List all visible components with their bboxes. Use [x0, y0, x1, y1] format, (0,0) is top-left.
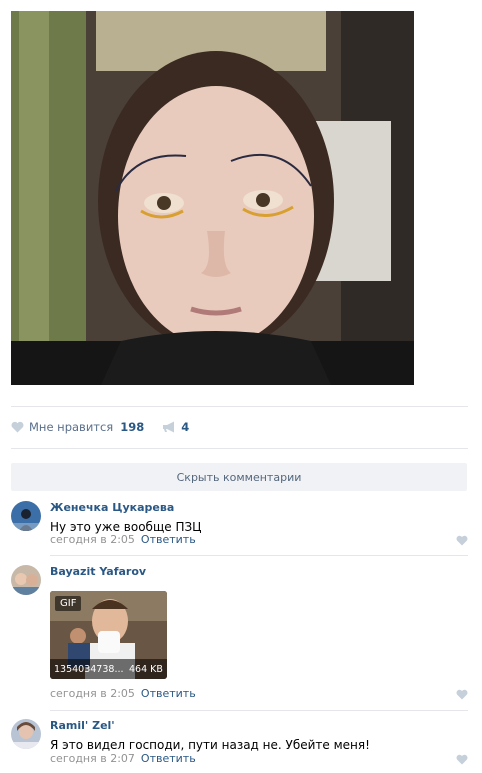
divider-top — [11, 406, 468, 407]
comment-meta: сегодня в 2:07 Ответить — [50, 752, 196, 765]
comment-author[interactable]: Женечка Цукарева — [50, 501, 468, 514]
comment-item: Женечка Цукарева Ну это уже вообще ПЗЦ с… — [11, 501, 468, 546]
comment-author[interactable]: Ramil' Zel' — [50, 719, 468, 732]
comment-text: Ну это уже вообще ПЗЦ — [50, 520, 202, 534]
like-count: 198 — [120, 420, 145, 434]
comment-body: Женечка Цукарева Ну это уже вообще ПЗЦ с… — [50, 501, 468, 546]
avatar[interactable] — [11, 719, 41, 749]
comment-item: Ramil' Zel' Я это видел господи, пути на… — [11, 719, 468, 769]
gif-attachment[interactable]: GIF 1354034738... 464 KB — [50, 591, 167, 679]
heart-icon[interactable] — [456, 754, 468, 765]
comment-body: Bayazit Yafarov GIF 1354034738... 464 KB… — [50, 565, 468, 700]
comment-text: Я это видел господи, пути назад не. Убей… — [50, 738, 370, 752]
comment-time[interactable]: сегодня в 2:05 — [50, 687, 135, 700]
reply-link[interactable]: Ответить — [141, 752, 196, 765]
megaphone-icon — [163, 421, 175, 433]
avatar[interactable] — [11, 501, 41, 531]
comment-time[interactable]: сегодня в 2:05 — [50, 533, 135, 546]
comment-body: Ramil' Zel' Я это видел господи, пути на… — [50, 719, 468, 765]
reply-link[interactable]: Ответить — [141, 533, 196, 546]
hide-comments-button[interactable]: Скрыть комментарии — [11, 463, 467, 491]
comment-author[interactable]: Bayazit Yafarov — [50, 565, 468, 578]
gif-footer: 1354034738... 464 KB — [50, 659, 167, 679]
share-button[interactable]: 4 — [162, 420, 189, 434]
comment-item: Bayazit Yafarov GIF 1354034738... 464 KB… — [11, 565, 468, 700]
comment-meta: сегодня в 2:05 Ответить — [50, 533, 196, 546]
gif-size: 464 KB — [129, 663, 163, 675]
post-actions: Мне нравится 198 4 — [11, 416, 189, 438]
avatar[interactable] — [11, 565, 41, 595]
like-button[interactable]: Мне нравится 198 — [11, 420, 144, 434]
like-label: Мне нравится — [29, 420, 114, 434]
heart-icon[interactable] — [456, 535, 468, 546]
divider-comment — [50, 710, 468, 711]
post-photo[interactable] — [11, 11, 414, 385]
reply-link[interactable]: Ответить — [141, 687, 196, 700]
comment-time[interactable]: сегодня в 2:07 — [50, 752, 135, 765]
heart-icon[interactable] — [456, 689, 468, 700]
share-count: 4 — [181, 420, 190, 434]
divider-middle — [11, 448, 468, 449]
divider-comment — [50, 555, 468, 556]
gif-badge: GIF — [55, 596, 82, 611]
heart-icon — [11, 421, 24, 433]
comment-meta: сегодня в 2:05 Ответить — [50, 687, 196, 700]
gif-filename: 1354034738... — [54, 663, 124, 675]
